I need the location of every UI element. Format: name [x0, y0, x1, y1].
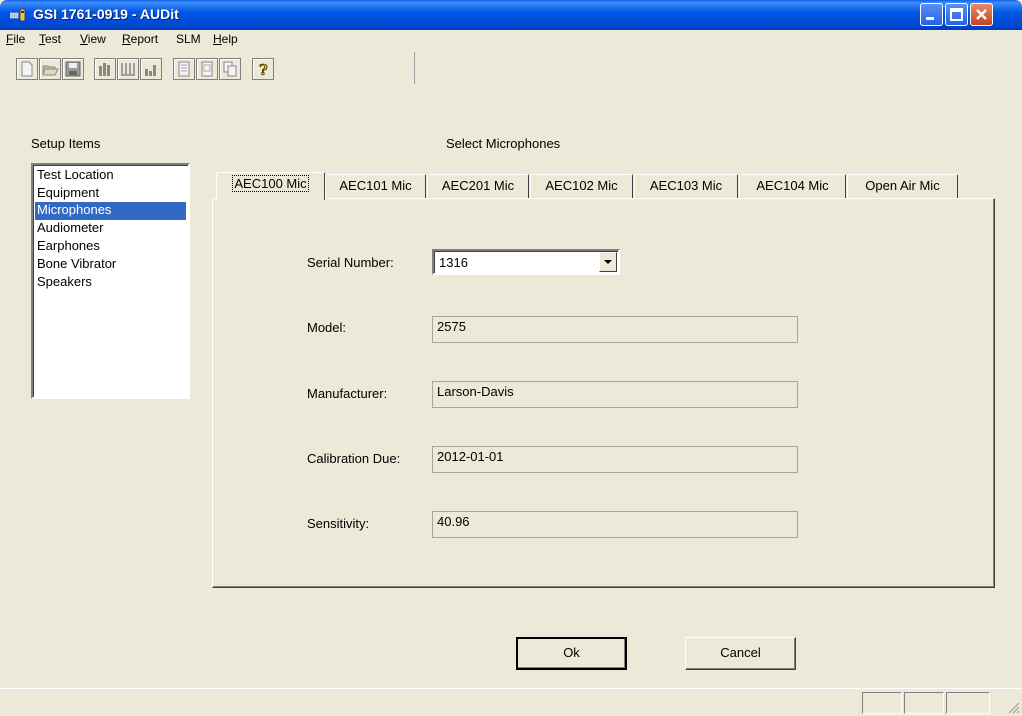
maximize-button[interactable] [945, 3, 968, 26]
new-icon [21, 61, 33, 77]
window-title: GSI 1761-0919 - AUDit [33, 6, 179, 22]
copy-button[interactable] [219, 58, 241, 80]
resize-grip-icon[interactable] [1006, 700, 1020, 714]
toolbar: ? [0, 49, 1022, 117]
tab-aec102-mic[interactable]: AEC102 Mic [530, 174, 633, 198]
help-button[interactable]: ? [252, 58, 274, 80]
list-item-test-location[interactable]: Test Location [35, 167, 186, 185]
save-button[interactable] [62, 58, 84, 80]
status-pane [862, 692, 902, 714]
tab-aec101-mic[interactable]: AEC101 Mic [325, 174, 426, 198]
help-icon: ? [259, 61, 269, 78]
menu-help[interactable]: Help [213, 32, 238, 46]
open-button[interactable] [39, 58, 61, 80]
svg-text:?: ? [259, 61, 268, 78]
list-item-speakers[interactable]: Speakers [35, 274, 186, 292]
save-icon [65, 61, 81, 77]
menu-test[interactable]: Test [39, 32, 61, 46]
sensitivity-label: Sensitivity: [307, 516, 370, 531]
minimize-button[interactable] [920, 3, 943, 26]
toolbar-band: ? [16, 52, 415, 84]
menu-file[interactable]: File [6, 32, 25, 46]
close-button[interactable] [970, 3, 993, 26]
document-icon [201, 61, 213, 77]
maximize-icon [950, 8, 963, 21]
tab-aec201-mic[interactable]: AEC201 Mic [427, 174, 529, 198]
chevron-down-icon [604, 260, 612, 264]
menu-slm[interactable]: SLM [176, 32, 201, 46]
new-button[interactable] [16, 58, 38, 80]
dropdown-button[interactable] [599, 252, 617, 272]
status-pane [904, 692, 944, 714]
setup-items-list[interactable]: Test Location Equipment Microphones Audi… [31, 163, 190, 399]
manufacturer-field: Larson-Davis [432, 381, 798, 408]
serial-number-value: 1316 [439, 255, 468, 270]
app-icon [10, 8, 26, 22]
columns-icon [121, 63, 135, 76]
close-icon [976, 9, 987, 20]
sensitivity-field: 40.96 [432, 511, 798, 538]
menu-bar: File Test View Report SLM Help [0, 30, 1022, 48]
menu-view[interactable]: View [80, 32, 106, 46]
manufacturer-label: Manufacturer: [307, 386, 388, 401]
list-item-earphones[interactable]: Earphones [35, 238, 186, 256]
list-item-audiometer[interactable]: Audiometer [35, 220, 186, 238]
list-item-microphones[interactable]: Microphones [35, 202, 186, 220]
bar-chart-icon [99, 63, 110, 76]
status-bar [0, 688, 1022, 716]
tab-aec103-mic[interactable]: AEC103 Mic [634, 174, 738, 198]
tab-open-air-mic[interactable]: Open Air Mic [847, 174, 958, 198]
list-item-bone-vibrator[interactable]: Bone Vibrator [35, 256, 186, 274]
columns-button[interactable] [117, 58, 139, 80]
serial-number-select[interactable]: 1316 [432, 249, 620, 275]
bar-chart-button[interactable] [94, 58, 116, 80]
section-heading: Select Microphones [446, 136, 561, 151]
serial-number-label: Serial Number: [307, 255, 394, 270]
title-bar[interactable]: GSI 1761-0919 - AUDit [0, 0, 1022, 30]
document-button[interactable] [196, 58, 218, 80]
menu-report[interactable]: Report [122, 32, 158, 46]
page-button[interactable] [173, 58, 195, 80]
minimize-icon [926, 17, 934, 20]
copy-icon [223, 61, 237, 77]
status-pane [946, 692, 990, 714]
calibration-due-field: 2012-01-01 [432, 446, 798, 473]
graph-button[interactable] [140, 58, 162, 80]
ok-button[interactable]: Ok [516, 637, 627, 670]
calibration-due-label: Calibration Due: [307, 451, 401, 466]
page-icon [178, 61, 190, 77]
cancel-button[interactable]: Cancel [685, 637, 796, 670]
graph-icon [145, 65, 156, 76]
setup-items-label: Setup Items [31, 136, 101, 151]
tab-aec104-mic[interactable]: AEC104 Mic [739, 174, 846, 198]
list-item-equipment[interactable]: Equipment [35, 185, 186, 203]
model-field: 2575 [432, 316, 798, 343]
tab-aec100-mic[interactable]: AEC100 Mic [216, 172, 325, 200]
open-icon [42, 65, 59, 76]
model-label: Model: [307, 320, 347, 335]
